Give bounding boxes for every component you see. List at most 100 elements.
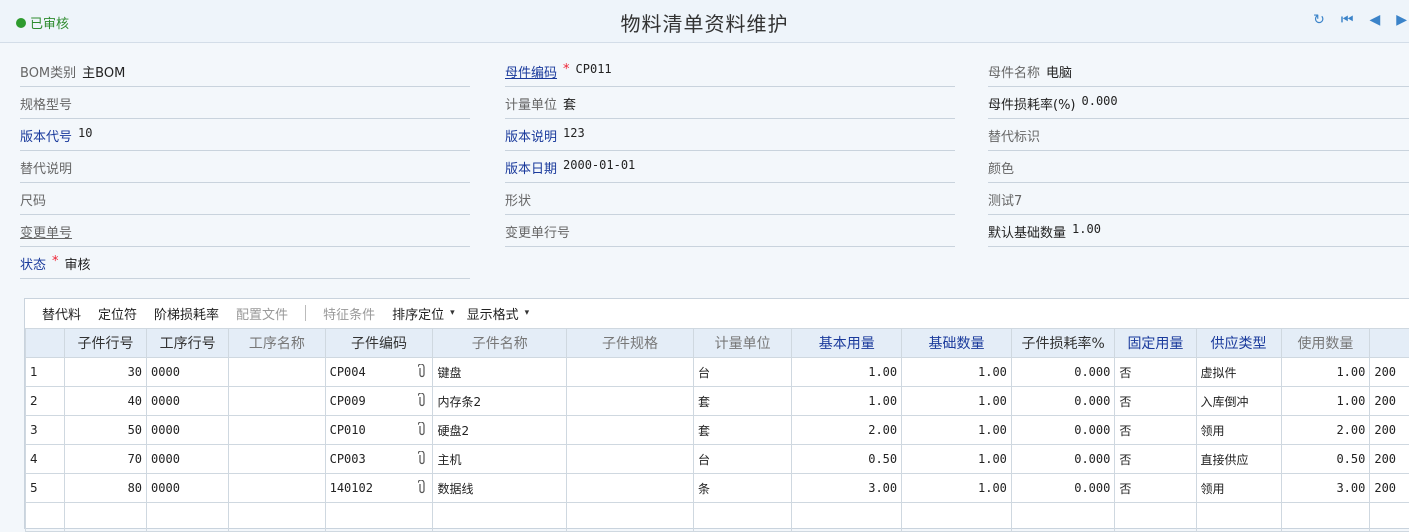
unit-cell[interactable]: 台 bbox=[694, 445, 792, 474]
column-header[interactable]: 使用数量 bbox=[1281, 329, 1370, 358]
child-code-cell[interactable]: CP009 bbox=[325, 387, 433, 416]
column-header[interactable]: 子件规格 bbox=[567, 329, 694, 358]
empty-cell[interactable] bbox=[26, 503, 65, 532]
child-code-cell[interactable]: 140102 bbox=[325, 474, 433, 503]
paperclip-icon[interactable] bbox=[418, 480, 426, 498]
feature-condition-button[interactable]: 特征条件 bbox=[323, 304, 375, 323]
op-line-cell[interactable]: 0000 bbox=[147, 416, 229, 445]
loss-rate-cell[interactable]: 0.000 bbox=[1011, 416, 1114, 445]
basis-qty-cell[interactable]: 1.00 bbox=[902, 445, 1012, 474]
empty-cell[interactable] bbox=[433, 503, 567, 532]
empty-cell[interactable] bbox=[1011, 503, 1114, 532]
base-qty-cell[interactable]: 1.00 bbox=[792, 387, 902, 416]
child-spec-cell[interactable] bbox=[567, 416, 694, 445]
table-row-empty[interactable] bbox=[26, 503, 1409, 532]
empty-cell[interactable] bbox=[567, 503, 694, 532]
paperclip-icon[interactable] bbox=[418, 393, 426, 411]
loss-rate-cell[interactable]: 0.000 bbox=[1011, 474, 1114, 503]
base-qty-cell[interactable]: 2.00 bbox=[792, 416, 902, 445]
version-code-field[interactable]: 版本代号 10 bbox=[20, 126, 470, 151]
child-name-cell[interactable]: 主机 bbox=[433, 445, 567, 474]
display-format-button[interactable]: 显示格式 bbox=[467, 304, 519, 323]
child-line-cell[interactable]: 80 bbox=[64, 474, 146, 503]
child-name-cell[interactable]: 硬盘2 bbox=[433, 416, 567, 445]
basis-qty-cell[interactable]: 1.00 bbox=[902, 358, 1012, 387]
prev-record-icon[interactable]: ◀ bbox=[1369, 12, 1380, 28]
empty-cell[interactable] bbox=[1115, 503, 1196, 532]
loss-rate-cell[interactable]: 0.000 bbox=[1011, 445, 1114, 474]
op-name-cell[interactable] bbox=[229, 387, 325, 416]
locator-button[interactable]: 定位符 bbox=[98, 304, 137, 323]
basis-qty-cell[interactable]: 1.00 bbox=[902, 416, 1012, 445]
column-header[interactable]: 基本用量 bbox=[792, 329, 902, 358]
sort-locate-button[interactable]: 排序定位 bbox=[392, 304, 444, 323]
child-line-cell[interactable]: 30 bbox=[64, 358, 146, 387]
unit-cell[interactable]: 台 bbox=[694, 358, 792, 387]
base-qty-cell[interactable]: 0.50 bbox=[792, 445, 902, 474]
empty-cell[interactable] bbox=[1370, 503, 1409, 532]
fixed-qty-cell[interactable]: 否 bbox=[1115, 387, 1196, 416]
child-spec-cell[interactable] bbox=[567, 387, 694, 416]
column-header[interactable]: 子件编码 bbox=[325, 329, 433, 358]
refresh-icon[interactable]: ↻ bbox=[1313, 12, 1325, 28]
op-line-cell[interactable]: 0000 bbox=[147, 387, 229, 416]
extra-cell[interactable]: 200 bbox=[1370, 445, 1409, 474]
unit-cell[interactable]: 套 bbox=[694, 416, 792, 445]
empty-cell[interactable] bbox=[1281, 503, 1370, 532]
first-record-icon[interactable]: ⏮ bbox=[1341, 12, 1354, 28]
column-header[interactable]: 子件行号 bbox=[64, 329, 146, 358]
child-name-cell[interactable]: 内存条2 bbox=[433, 387, 567, 416]
table-row[interactable]: 2400000CP009内存条2套1.001.000.000否入库倒冲1.002… bbox=[26, 387, 1409, 416]
table-row[interactable]: 3500000CP010硬盘2套2.001.000.000否领用2.00200 bbox=[26, 416, 1409, 445]
op-line-cell[interactable]: 0000 bbox=[147, 445, 229, 474]
child-name-cell[interactable]: 数据线 bbox=[433, 474, 567, 503]
test7-field[interactable]: 测试7 bbox=[988, 190, 1409, 215]
change-no-label[interactable]: 变更单号 bbox=[20, 222, 72, 241]
table-row[interactable]: 4700000CP003主机台0.501.000.000否直接供应0.50200 bbox=[26, 445, 1409, 474]
use-qty-cell[interactable]: 0.50 bbox=[1281, 445, 1370, 474]
fixed-qty-cell[interactable]: 否 bbox=[1115, 474, 1196, 503]
child-line-cell[interactable]: 70 bbox=[64, 445, 146, 474]
parent-code-field[interactable]: 母件编码 * CP011 bbox=[505, 62, 955, 87]
child-line-cell[interactable]: 50 bbox=[64, 416, 146, 445]
empty-cell[interactable] bbox=[64, 503, 146, 532]
column-header[interactable]: 供应类型 bbox=[1196, 329, 1281, 358]
paperclip-icon[interactable] bbox=[418, 422, 426, 440]
op-line-cell[interactable]: 0000 bbox=[147, 474, 229, 503]
display-format-dropdown-icon[interactable]: ▾ bbox=[525, 308, 530, 318]
use-qty-cell[interactable]: 3.00 bbox=[1281, 474, 1370, 503]
base-qty-cell[interactable]: 1.00 bbox=[792, 358, 902, 387]
child-code-cell[interactable]: CP004 bbox=[325, 358, 433, 387]
supply-type-cell[interactable]: 直接供应 bbox=[1196, 445, 1281, 474]
column-header[interactable]: 子件损耗率% bbox=[1011, 329, 1114, 358]
supply-type-cell[interactable]: 领用 bbox=[1196, 474, 1281, 503]
op-line-cell[interactable]: 0000 bbox=[147, 358, 229, 387]
extra-cell[interactable]: 200 bbox=[1370, 474, 1409, 503]
empty-cell[interactable] bbox=[147, 503, 229, 532]
empty-cell[interactable] bbox=[902, 503, 1012, 532]
parent-name-field[interactable]: 母件名称 电脑 bbox=[988, 62, 1409, 87]
empty-cell[interactable] bbox=[1196, 503, 1281, 532]
child-name-cell[interactable]: 键盘 bbox=[433, 358, 567, 387]
next-record-icon[interactable]: ▶ bbox=[1396, 12, 1407, 28]
shape-field[interactable]: 形状 bbox=[505, 190, 955, 215]
op-name-cell[interactable] bbox=[229, 358, 325, 387]
step-loss-button[interactable]: 阶梯损耗率 bbox=[154, 304, 219, 323]
child-line-cell[interactable]: 40 bbox=[64, 387, 146, 416]
op-name-cell[interactable] bbox=[229, 445, 325, 474]
spec-field[interactable]: 规格型号 bbox=[20, 94, 470, 119]
column-header[interactable]: 计量单位 bbox=[694, 329, 792, 358]
paperclip-icon[interactable] bbox=[418, 364, 426, 382]
child-spec-cell[interactable] bbox=[567, 445, 694, 474]
use-qty-cell[interactable]: 1.00 bbox=[1281, 358, 1370, 387]
sub-flag-field[interactable]: 替代标识 bbox=[988, 126, 1409, 151]
fixed-qty-cell[interactable]: 否 bbox=[1115, 445, 1196, 474]
op-name-cell[interactable] bbox=[229, 416, 325, 445]
column-header[interactable]: 子件名称 bbox=[433, 329, 567, 358]
loss-rate-cell[interactable]: 0.000 bbox=[1011, 358, 1114, 387]
loss-rate-cell[interactable]: 0.000 bbox=[1011, 387, 1114, 416]
bom-type-field[interactable]: BOM类别 主BOM bbox=[20, 62, 470, 87]
table-row[interactable]: 1300000CP004键盘台1.001.000.000否虚拟件1.00200 bbox=[26, 358, 1409, 387]
color-field[interactable]: 颜色 bbox=[988, 158, 1409, 183]
sub-desc-field[interactable]: 替代说明 bbox=[20, 158, 470, 183]
